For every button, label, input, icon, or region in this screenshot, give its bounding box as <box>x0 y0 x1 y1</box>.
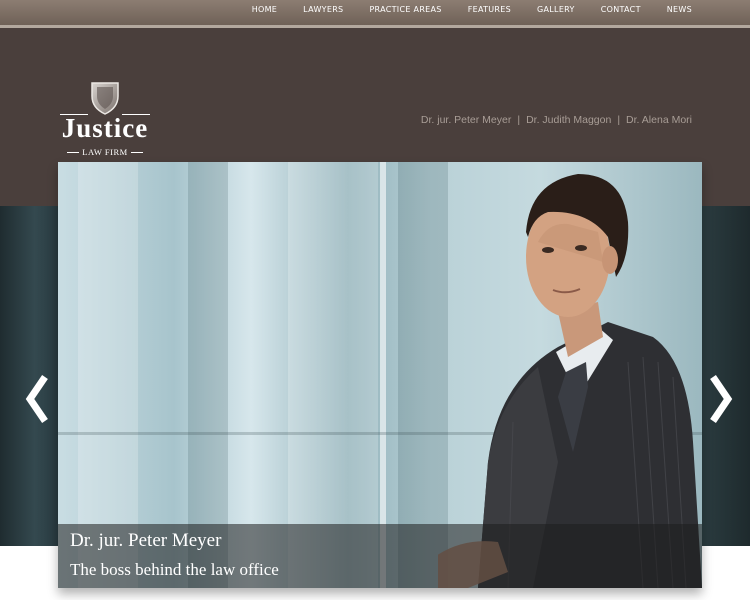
logo-sub-rule-right <box>130 151 143 153</box>
hero-slider[interactable]: Dr. jur. Peter Meyer The boss behind the… <box>58 162 702 588</box>
caption-subtitle: The boss behind the law office <box>70 560 279 579</box>
slide-caption: Dr. jur. Peter Meyer The boss behind the… <box>58 524 702 588</box>
shield-icon <box>91 82 119 115</box>
lawyer-link-meyer[interactable]: Dr. jur. Peter Meyer <box>421 114 511 126</box>
nav-item-home[interactable]: HOME <box>239 0 290 25</box>
main-nav: HOME LAWYERS PRACTICE AREAS FEATURES GAL… <box>239 0 750 25</box>
separator: | <box>517 114 521 126</box>
nav-item-news[interactable]: NEWS <box>654 0 750 25</box>
law-firm-site: HOME LAWYERS PRACTICE AREAS FEATURES GAL… <box>0 0 750 600</box>
nav-item-contact[interactable]: CONTACT <box>588 0 654 25</box>
lawyers-list: Dr. jur. Peter Meyer | Dr. Judith Maggon… <box>421 114 692 126</box>
logo-subtitle: LAW FIRM <box>82 147 128 157</box>
chevron-right-icon[interactable] <box>707 375 733 423</box>
nav-item-practice-areas[interactable]: PRACTICE AREAS <box>356 0 454 25</box>
lawyer-link-maggon[interactable]: Dr. Judith Maggon <box>526 114 611 126</box>
caption-name: Dr. jur. Peter Meyer <box>70 530 222 551</box>
lawyer-link-mori[interactable]: Dr. Alena Mori <box>626 114 692 126</box>
top-nav-bar: HOME LAWYERS PRACTICE AREAS FEATURES GAL… <box>0 0 750 28</box>
site-logo[interactable]: Justice LAW FIRM <box>56 80 154 160</box>
logo-subtitle-row: LAW FIRM <box>56 147 154 157</box>
separator: | <box>617 114 621 126</box>
nav-item-features[interactable]: FEATURES <box>455 0 524 25</box>
nav-item-lawyers[interactable]: LAWYERS <box>290 0 356 25</box>
logo-title: Justice <box>61 113 149 143</box>
logo-sub-rule-left <box>67 151 80 153</box>
chevron-left-icon[interactable] <box>25 375 51 423</box>
nav-item-gallery[interactable]: GALLERY <box>524 0 588 25</box>
